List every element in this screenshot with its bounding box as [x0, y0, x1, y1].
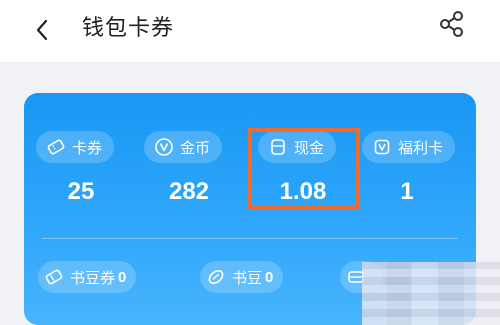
coin-icon	[154, 137, 174, 157]
divider	[42, 238, 458, 239]
book-bean-ticket-item[interactable]: 书豆券 0	[38, 261, 137, 293]
stat-cash[interactable]: 现金 1.08	[258, 131, 348, 205]
coupons-chip[interactable]: 卡券	[36, 131, 115, 163]
top-bar: 钱包卡券	[0, 0, 500, 63]
stat-welfare-card[interactable]: 福利卡 1	[362, 131, 456, 205]
book-bean-ticket-label: 书豆券	[70, 268, 116, 287]
gold-coins-label: 金币	[180, 138, 211, 157]
book-bean-count: 0	[265, 268, 274, 286]
gold-coins-chip[interactable]: 金币	[144, 131, 223, 163]
gold-coins-value: 282	[168, 178, 210, 205]
cash-label: 现金	[294, 138, 325, 157]
book-bean-label: 书豆	[232, 268, 263, 287]
book-bean-ticket-count: 0	[118, 268, 127, 286]
bean-icon	[206, 267, 226, 287]
welfare-card-label: 福利卡	[398, 138, 444, 157]
stat-coupons[interactable]: 卡券 25	[36, 131, 126, 205]
bean-ticket-icon	[44, 267, 64, 287]
welfare-card-icon	[372, 137, 392, 157]
watermark	[362, 262, 500, 325]
ticket-icon	[46, 137, 66, 157]
cash-chip[interactable]: 现金	[258, 131, 337, 163]
cash-icon	[268, 137, 288, 157]
coupons-label: 卡券	[72, 138, 103, 157]
welfare-card-value: 1	[400, 178, 414, 205]
page-title: 钱包卡券	[82, 16, 175, 41]
welfare-card-chip[interactable]: 福利卡	[362, 131, 456, 163]
book-bean-item[interactable]: 书豆 0	[200, 261, 284, 293]
chevron-left-icon	[36, 19, 48, 41]
stat-gold-coins[interactable]: 金币 282	[144, 131, 234, 205]
cash-value: 1.08	[279, 178, 327, 205]
back-button[interactable]	[28, 16, 56, 44]
share-button[interactable]	[436, 8, 468, 40]
share-icon	[440, 11, 463, 37]
coupons-value: 25	[67, 178, 95, 205]
